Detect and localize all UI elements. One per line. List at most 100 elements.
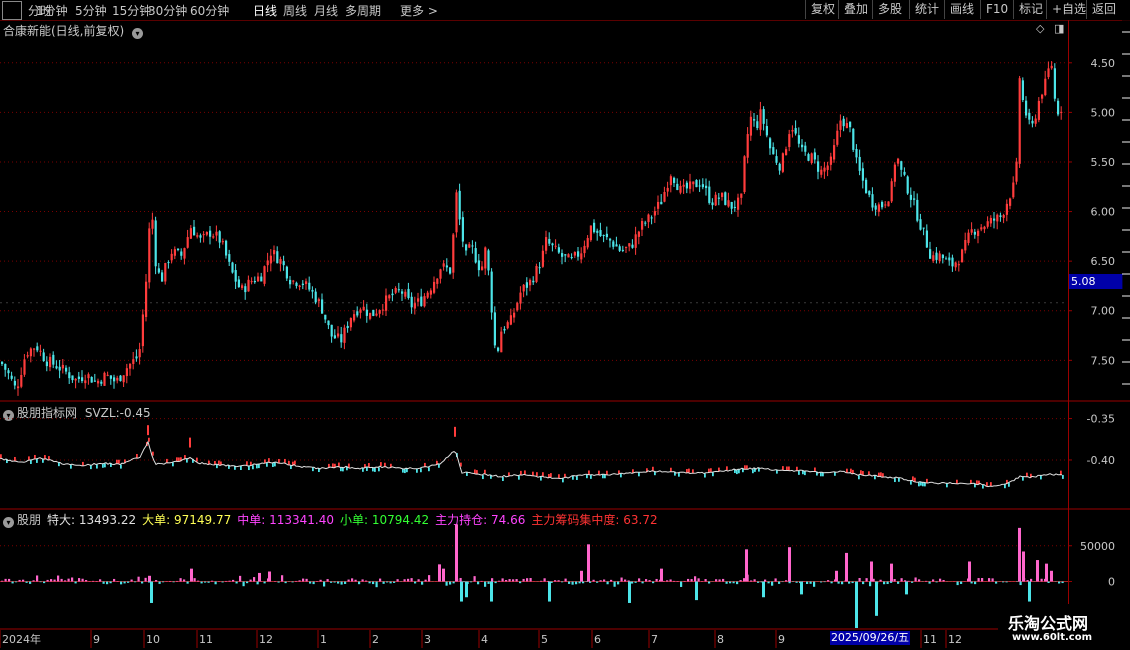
flow-bar [8, 578, 11, 582]
flow-bar [806, 581, 809, 584]
candle-body [228, 254, 231, 262]
flow-bar [652, 581, 655, 584]
flow-bar [417, 579, 420, 582]
candle-body [279, 259, 282, 264]
flow-bar [134, 581, 137, 583]
flow-spike [258, 572, 261, 582]
candle-body [925, 230, 928, 248]
flow-bar [1, 580, 4, 582]
candle-body [996, 214, 999, 222]
x-axis-label: 5 [541, 633, 548, 646]
flow-bar [683, 580, 686, 582]
flow-spike [548, 581, 551, 602]
candle-body [1025, 100, 1028, 116]
candle-body [36, 346, 39, 351]
candle-body [170, 253, 173, 261]
flow-bar [130, 579, 133, 582]
flow-bar [914, 577, 917, 582]
candle-body [993, 218, 996, 221]
flow-bar [298, 580, 301, 582]
candle-body [138, 349, 141, 358]
flow-bar [589, 581, 592, 583]
candle-body [743, 156, 746, 193]
candle-body [490, 271, 493, 313]
candle-body [487, 250, 490, 271]
flow-bar [155, 580, 158, 582]
flow-bar [172, 581, 175, 583]
candle-body [794, 128, 797, 134]
right-side-strip[interactable] [1122, 20, 1130, 400]
candle-body [244, 286, 247, 293]
flow-bar [697, 578, 700, 582]
svzl-tick [894, 478, 896, 483]
flow-bar [512, 579, 515, 582]
candle-body [865, 179, 868, 193]
flow-bar [1030, 578, 1033, 582]
svzl-tick [420, 468, 422, 473]
flow-bar [291, 581, 294, 583]
candle-body [609, 238, 612, 241]
svzl-tick [0, 454, 2, 459]
x-axis-label: 9 [93, 633, 100, 646]
flow-bar [326, 579, 329, 582]
svzl-tick [914, 477, 916, 482]
svzl-tick [518, 475, 520, 480]
flow-bar [624, 579, 627, 582]
svzl-tick [956, 479, 958, 484]
flow-bar [347, 579, 350, 582]
svzl-tick [652, 466, 654, 471]
candle-body [737, 197, 740, 210]
flow-axis-label: 50000 [1080, 540, 1115, 553]
candle-body [874, 205, 877, 210]
svzl-tick [36, 458, 38, 463]
price-axis-label: 6.00 [1091, 206, 1116, 219]
flow-bar [158, 581, 161, 584]
flow-spike [190, 568, 193, 582]
svzl-tick [846, 468, 848, 473]
svzl-tick [186, 458, 188, 463]
candle-body [612, 241, 615, 247]
candle-body [647, 214, 650, 223]
svzl-tick [380, 462, 382, 467]
svzl-tick [196, 457, 198, 462]
flow-bar [305, 578, 308, 582]
candle-body [516, 303, 519, 311]
flow-bar [144, 577, 147, 582]
flow-bar [886, 581, 889, 585]
candle-body [1060, 111, 1063, 113]
candle-body [1, 361, 4, 365]
candle-body [663, 192, 666, 202]
candle-body [97, 380, 100, 384]
candle-body [631, 244, 634, 248]
flow-bar [445, 581, 448, 586]
svzl-tick [502, 477, 504, 482]
candle-body [353, 314, 356, 321]
candle-body [634, 234, 637, 248]
flow-bar [666, 580, 669, 582]
candle-body [289, 279, 292, 285]
flow-bar [641, 581, 644, 584]
svzl-tick [416, 468, 418, 473]
flow-spike [835, 570, 838, 582]
flow-bar [900, 578, 903, 582]
flow-spike [875, 581, 878, 616]
candle-body [199, 235, 202, 238]
svzl-tick [746, 465, 748, 470]
svzl-tick [814, 467, 816, 472]
flow-bar [221, 581, 224, 583]
flow-bar [757, 581, 760, 583]
candle-body [977, 230, 980, 237]
candle-body [906, 176, 909, 194]
flow-bar [995, 581, 998, 584]
price-axis-label: 5.00 [1091, 106, 1116, 119]
candle-body [916, 199, 919, 221]
flow-bar [893, 579, 896, 582]
candle-body [989, 217, 992, 224]
candle-body [823, 167, 826, 172]
candle-body [193, 226, 196, 236]
flow-bar [715, 579, 718, 582]
svzl-tick [744, 465, 746, 470]
flow-bar [214, 581, 217, 585]
candle-body [1015, 161, 1018, 182]
candle-body [689, 181, 692, 189]
